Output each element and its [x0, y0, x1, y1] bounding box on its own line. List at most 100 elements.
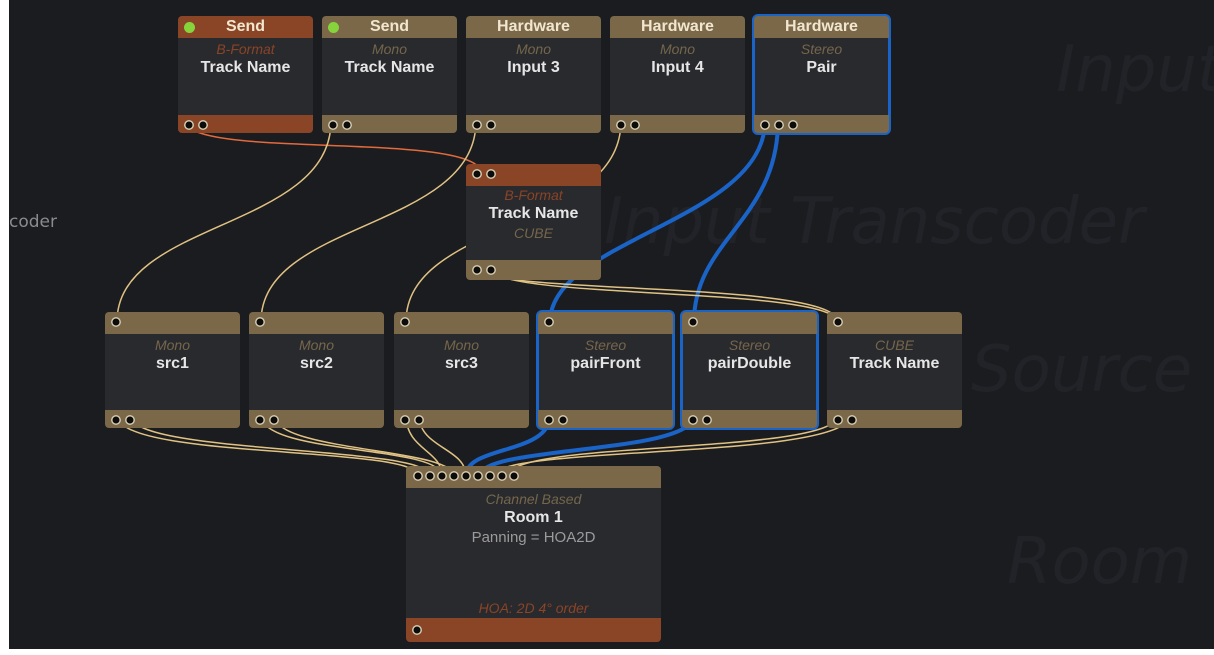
output-port-1[interactable]	[111, 415, 121, 425]
input-port-1[interactable]	[544, 317, 554, 327]
input-port-9[interactable]	[509, 471, 519, 481]
input-port-2[interactable]	[486, 169, 496, 179]
output-port-2[interactable]	[630, 120, 640, 130]
node-header: Send	[178, 16, 313, 38]
node-format: B-Format	[504, 187, 563, 203]
panning-mode: Panning = HOA2D	[471, 529, 596, 546]
room-node[interactable]: Channel Based Room 1 Panning = HOA2D HOA…	[406, 466, 661, 642]
output-port-2[interactable]	[702, 415, 712, 425]
node-name: src3	[445, 355, 478, 372]
input-port-1[interactable]	[472, 169, 482, 179]
output-ports	[322, 115, 457, 133]
output-port-2[interactable]	[486, 120, 496, 130]
node-name: Input 3	[507, 59, 560, 76]
input-ports	[827, 312, 962, 334]
output-ports	[394, 410, 529, 428]
output-ports	[754, 115, 889, 133]
input-ports	[466, 164, 601, 186]
node-format: Stereo	[800, 41, 843, 57]
node-name: src1	[156, 355, 189, 372]
output-port-2[interactable]	[269, 415, 279, 425]
output-port-1[interactable]	[255, 415, 265, 425]
input-port-8[interactable]	[497, 471, 507, 481]
input-ports	[249, 312, 384, 334]
node-name: Room 1	[504, 509, 563, 526]
output-port-2[interactable]	[342, 120, 352, 130]
input-port-1[interactable]	[255, 317, 265, 327]
input-port-1[interactable]	[413, 471, 423, 481]
node-format: Stereo	[584, 337, 627, 353]
output-port-3[interactable]	[788, 120, 798, 130]
hoa-order-label: HOA: 2D 4° order	[478, 600, 589, 616]
output-port-2[interactable]	[847, 415, 857, 425]
output-port-2[interactable]	[414, 415, 424, 425]
output-port-1[interactable]	[833, 415, 843, 425]
input-port-1[interactable]	[688, 317, 698, 327]
input-node-send-mono[interactable]: Send Mono Track Name	[322, 16, 457, 133]
active-led-icon[interactable]	[184, 22, 195, 33]
output-port-1[interactable]	[472, 120, 482, 130]
output-port-2[interactable]	[774, 120, 784, 130]
output-port-2[interactable]	[558, 415, 568, 425]
node-format: Stereo	[728, 337, 771, 353]
input-port-1[interactable]	[400, 317, 410, 327]
node-name: Track Name	[849, 355, 940, 372]
node-name: Track Name	[488, 205, 579, 222]
input-node-send-bformat[interactable]: Send B-Format Track Name	[178, 16, 313, 133]
input-node-hardware-input3[interactable]: Hardware Mono Input 3	[466, 16, 601, 133]
output-ports	[178, 115, 313, 133]
output-ports	[827, 410, 962, 428]
section-label-room: Room	[1007, 525, 1193, 599]
node-name: Track Name	[344, 59, 435, 76]
input-port-3[interactable]	[437, 471, 447, 481]
output-port-1[interactable]	[412, 625, 422, 635]
output-ports	[105, 410, 240, 428]
input-port-1[interactable]	[833, 317, 843, 327]
input-port-6[interactable]	[473, 471, 483, 481]
output-port-2[interactable]	[486, 265, 496, 275]
node-format: CUBE	[875, 337, 914, 353]
node-name: Track Name	[200, 59, 291, 76]
transcoder-node[interactable]: B-Format Track Name CUBE	[466, 164, 601, 280]
node-format: Channel Based	[485, 491, 582, 507]
source-node-cube[interactable]: CUBE Track Name	[827, 312, 962, 428]
output-ports	[466, 260, 601, 280]
source-node-src1[interactable]: Mono src1	[105, 312, 240, 428]
source-node-src2[interactable]: Mono src2	[249, 312, 384, 428]
node-format: Mono	[371, 41, 408, 57]
node-type-label: Hardware	[497, 18, 570, 35]
input-port-5[interactable]	[461, 471, 471, 481]
output-ports	[466, 115, 601, 133]
active-led-icon[interactable]	[328, 22, 339, 33]
output-port-2[interactable]	[198, 120, 208, 130]
node-type-label: Send	[369, 18, 410, 35]
node-format: Mono	[298, 337, 335, 353]
node-name: Pair	[806, 59, 837, 76]
node-type-label: Hardware	[785, 18, 858, 35]
output-ports	[249, 410, 384, 428]
input-node-hardware-input4[interactable]: Hardware Mono Input 4	[610, 16, 745, 133]
input-port-1[interactable]	[111, 317, 121, 327]
output-port-1[interactable]	[400, 415, 410, 425]
output-port-1[interactable]	[328, 120, 338, 130]
output-port-1[interactable]	[184, 120, 194, 130]
node-type-label: Send	[225, 18, 266, 35]
input-port-7[interactable]	[485, 471, 495, 481]
node-target-format: CUBE	[514, 225, 553, 241]
source-node-src3[interactable]: Mono src3	[394, 312, 529, 428]
input-port-2[interactable]	[425, 471, 435, 481]
node-name: Input 4	[651, 59, 704, 76]
output-port-1[interactable]	[616, 120, 626, 130]
source-node-pairfront[interactable]: Stereo pairFront	[536, 310, 675, 430]
input-port-4[interactable]	[449, 471, 459, 481]
output-port-1[interactable]	[544, 415, 554, 425]
output-ports	[538, 410, 673, 428]
source-node-pairdouble[interactable]: Stereo pairDouble	[680, 310, 819, 430]
output-port-1[interactable]	[760, 120, 770, 130]
section-label-input-transcoder: Input Transcoder	[604, 185, 1145, 259]
output-port-2[interactable]	[125, 415, 135, 425]
output-port-1[interactable]	[688, 415, 698, 425]
input-ports	[105, 312, 240, 334]
output-port-1[interactable]	[472, 265, 482, 275]
input-node-hardware-pair[interactable]: Hardware Stereo Pair	[752, 14, 891, 135]
